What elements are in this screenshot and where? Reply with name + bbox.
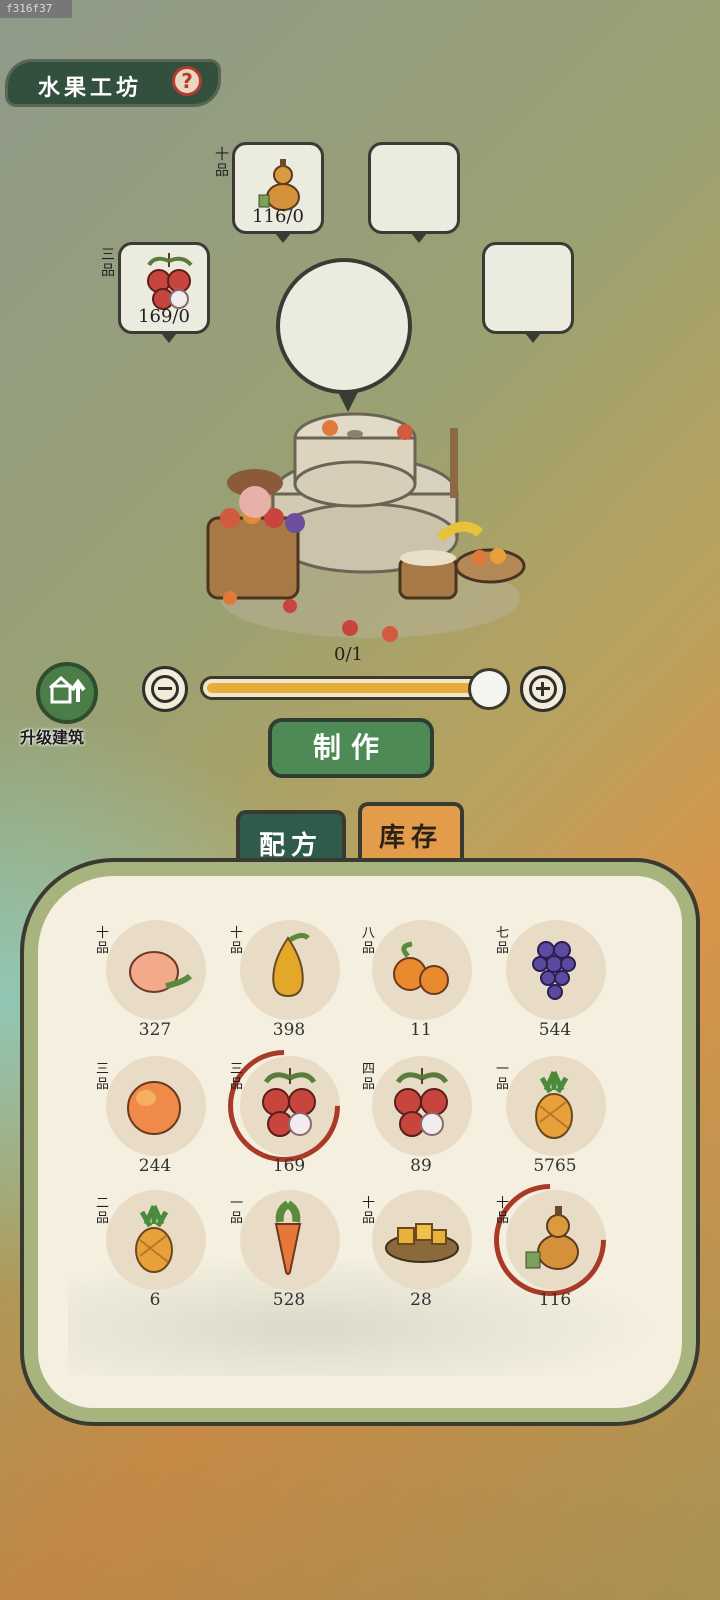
item-quantity: 11 bbox=[410, 1020, 432, 1040]
ingredient-item[interactable]: 八品 11 bbox=[362, 920, 476, 1050]
mango-icon bbox=[127, 1081, 181, 1135]
ingredient-item[interactable]: 十品 116 bbox=[470, 1160, 630, 1320]
item-grade: 十品 bbox=[96, 926, 110, 956]
lychee-icon bbox=[262, 1068, 317, 1137]
grape-icon bbox=[532, 941, 576, 1000]
output-slot-3[interactable]: 三品 169/0 bbox=[101, 242, 210, 343]
gourd-icon bbox=[258, 159, 300, 211]
slot-grade: 十品 bbox=[215, 147, 229, 179]
stone-mill-illustration bbox=[206, 412, 526, 642]
slider-handle[interactable] bbox=[468, 668, 510, 710]
item-quantity: 398 bbox=[272, 1020, 306, 1040]
item-quantity: 6 bbox=[149, 1290, 161, 1310]
item-grade: 一品 bbox=[496, 1062, 510, 1092]
item-grade: 七品 bbox=[496, 926, 510, 956]
increase-button[interactable] bbox=[520, 666, 566, 712]
ingredient-item[interactable]: 十品 398 bbox=[230, 920, 344, 1050]
item-quantity: 327 bbox=[138, 1020, 172, 1040]
ingredient-item[interactable]: 三品 244 bbox=[96, 1056, 210, 1186]
pineapple-icon bbox=[535, 1070, 573, 1139]
decrease-button[interactable] bbox=[142, 666, 188, 712]
item-quantity: 244 bbox=[138, 1156, 172, 1176]
item-quantity: 169 bbox=[272, 1156, 306, 1176]
item-grade: 十品 bbox=[362, 1196, 376, 1226]
tab-recipe[interactable]: 配方 bbox=[236, 810, 346, 870]
page-title: 水果工坊 bbox=[38, 75, 143, 101]
slider-fill bbox=[207, 683, 499, 693]
orange-icon bbox=[393, 941, 449, 995]
carrot-icon bbox=[274, 1200, 302, 1275]
minus-icon bbox=[151, 675, 179, 703]
item-quantity: 528 bbox=[272, 1290, 306, 1310]
item-quantity: 5765 bbox=[533, 1156, 577, 1176]
slot-count: 116/0 bbox=[252, 206, 304, 227]
crafting-bubble bbox=[276, 258, 412, 412]
item-grade: 三品 bbox=[96, 1062, 110, 1092]
ingredient-item[interactable]: 七品 544 bbox=[496, 920, 610, 1050]
upgrade-arrow-icon bbox=[48, 675, 86, 704]
build-id-label: f316f37 bbox=[0, 0, 72, 18]
peach-icon bbox=[129, 951, 193, 993]
item-grade: 四品 bbox=[362, 1062, 376, 1092]
slot-grade: 三品 bbox=[101, 247, 115, 279]
pear-icon bbox=[272, 932, 310, 998]
upgrade-building-button[interactable] bbox=[36, 662, 98, 724]
output-slot-2[interactable] bbox=[368, 142, 460, 243]
output-slot-4[interactable] bbox=[482, 242, 574, 343]
dried-fruit-basket-icon bbox=[385, 1223, 459, 1263]
gourd-icon bbox=[525, 1206, 579, 1270]
item-quantity: 89 bbox=[410, 1156, 432, 1176]
ingredient-item[interactable]: 十品 28 bbox=[362, 1190, 476, 1320]
lychee-icon bbox=[147, 253, 193, 310]
plus-icon bbox=[529, 675, 557, 703]
item-grade: 三品 bbox=[230, 1062, 244, 1092]
title-banner: 水果工坊 ? bbox=[8, 62, 218, 104]
ingredient-item[interactable]: 一品 528 bbox=[230, 1190, 344, 1320]
output-slot-1[interactable]: 十品 116/0 bbox=[215, 142, 324, 243]
tab-stock[interactable]: 库存 bbox=[358, 802, 464, 866]
pineapple-icon bbox=[135, 1204, 173, 1273]
craft-progress: 0/1 bbox=[334, 644, 363, 665]
item-grade: 一品 bbox=[230, 1196, 244, 1226]
upgrade-building-label: 升级建筑 bbox=[20, 728, 85, 747]
ingredient-item[interactable]: 四品 89 bbox=[362, 1056, 476, 1186]
item-grade: 十品 bbox=[496, 1196, 510, 1226]
item-grade: 二品 bbox=[96, 1196, 110, 1226]
ingredient-item[interactable]: 二品 6 bbox=[96, 1190, 210, 1320]
ingredient-item[interactable]: 十品 327 bbox=[96, 920, 210, 1050]
ingredient-item[interactable]: 一品 5765 bbox=[496, 1056, 610, 1186]
help-icon[interactable]: ? bbox=[172, 66, 202, 96]
lychee-icon bbox=[394, 1068, 449, 1137]
item-grade: 十品 bbox=[230, 926, 244, 956]
item-grade: 八品 bbox=[362, 926, 376, 956]
item-quantity: 544 bbox=[538, 1020, 572, 1040]
item-quantity: 116 bbox=[538, 1290, 572, 1310]
item-quantity: 28 bbox=[410, 1290, 432, 1310]
make-button[interactable]: 制作 bbox=[268, 718, 434, 778]
ingredient-item[interactable]: 三品 169 bbox=[204, 1026, 364, 1186]
quantity-slider[interactable] bbox=[200, 676, 506, 700]
slot-count: 169/0 bbox=[138, 306, 190, 327]
